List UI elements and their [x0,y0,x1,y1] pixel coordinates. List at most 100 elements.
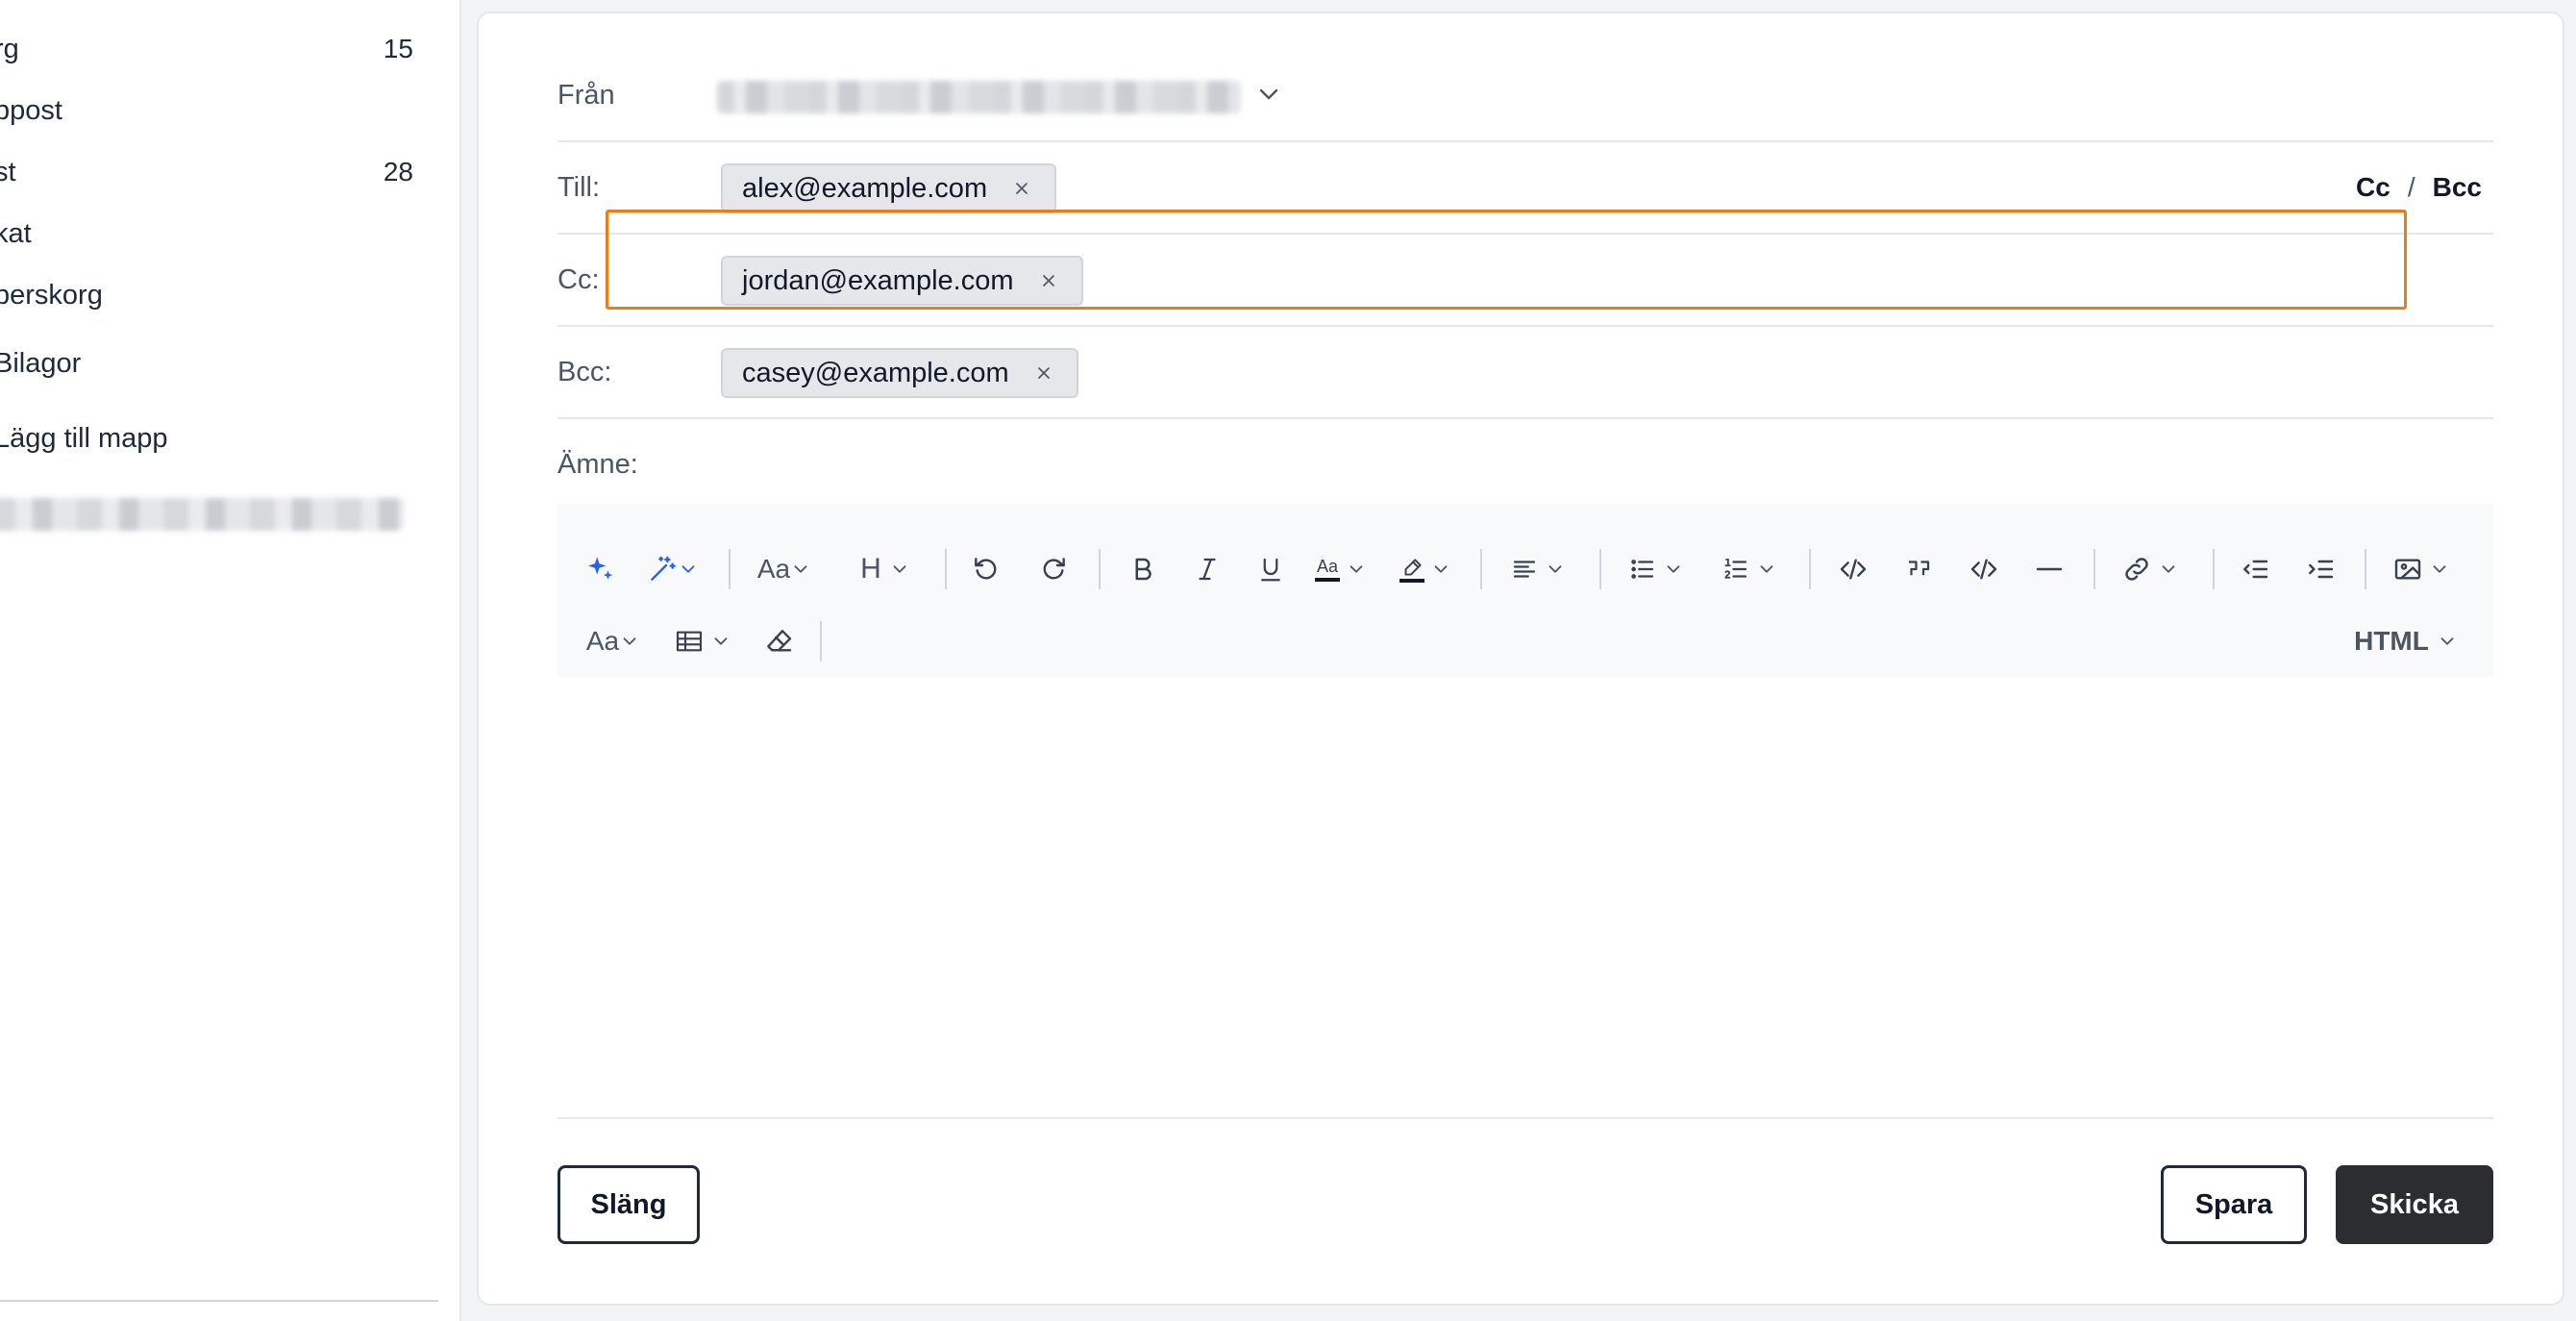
chevron-down-icon [1667,565,1680,573]
numbered-list-icon [1724,559,1747,579]
cc-bcc-separator: / [2407,172,2415,202]
chevron-down-icon [1434,565,1448,573]
text-color-icon: Aa [1315,557,1340,582]
toolbar-divider [1599,549,1601,589]
clear-formatting-icon[interactable] [757,617,800,665]
chevron-down-icon [1350,565,1363,573]
discard-button[interactable]: Släng [557,1165,700,1244]
image-dropdown[interactable] [2386,545,2457,593]
save-button[interactable]: Spara [2161,1165,2307,1244]
chevron-down-icon [2162,565,2175,573]
sidebar-item-label: kat [0,217,32,249]
sidebar-item-trash[interactable]: perskorg [0,271,413,319]
sidebar-item-label: Bilagor [0,347,82,379]
italic-icon[interactable] [1186,545,1228,593]
toolbar-divider [2093,549,2095,589]
chevron-down-icon[interactable] [1253,79,1284,110]
chevron-down-icon [623,637,636,645]
toolbar-divider [820,621,822,661]
toolbar-divider [2365,549,2366,589]
heading-label: H [860,553,881,585]
toolbar-divider [729,549,731,589]
inline-code-icon[interactable] [1832,545,1874,593]
recipient-chip[interactable]: casey@example.com [721,348,1078,398]
from-label: Från [557,79,615,111]
table-dropdown[interactable] [669,617,736,665]
to-label: Till: [557,171,601,203]
chevron-down-icon [2433,565,2446,573]
sidebar-item-inbox[interactable]: rg 15 [0,25,413,73]
add-folder-label: Lägg till mapp [0,422,168,454]
send-button[interactable]: Skicka [2336,1165,2493,1244]
sidebar-item-label: perskorg [0,279,103,311]
compose-panel: Från Till: alex@example.com Cc / Bcc Cc:… [477,12,2564,1306]
image-icon [2394,559,2421,580]
subject-label: Ämne: [557,448,638,480]
highlight-color-dropdown[interactable] [1392,545,1459,593]
text-color-dropdown[interactable]: Aa [1309,545,1373,593]
from-address-redacted[interactable] [717,81,1241,113]
cc-label: Cc: [557,263,600,295]
ai-sparkle-icon[interactable] [579,545,621,593]
undo-icon[interactable] [965,545,1007,593]
sidebar-item-label: ppost [0,94,62,126]
font-family-label: Aa [585,626,620,656]
sidebar: rg 15 ppost st 28 kat perskorg Bilagor L… [0,0,461,1321]
table-icon [676,631,703,652]
outdent-icon[interactable] [2234,545,2276,593]
chevron-down-icon [2440,637,2454,645]
chevron-down-icon [714,637,728,645]
message-body-editor[interactable] [557,677,2493,1129]
recipient-chip[interactable]: alex@example.com [721,163,1057,213]
toolbar-divider [1809,549,1811,589]
sidebar-divider [0,1300,438,1302]
chevron-down-icon [1548,565,1562,573]
chevron-down-icon [794,565,807,573]
underline-icon[interactable] [1250,545,1292,593]
toolbar-divider [1480,549,1482,589]
remove-recipient-icon[interactable] [1030,360,1057,386]
indent-icon[interactable] [2299,545,2341,593]
bullet-list-dropdown[interactable] [1622,545,1690,593]
redo-icon[interactable] [1032,545,1075,593]
bold-icon[interactable] [1122,545,1164,593]
highlighter-icon [1399,557,1424,583]
bcc-toggle-link[interactable]: Bcc [2433,172,2482,203]
sidebar-item-sent[interactable]: ppost [0,87,413,135]
chevron-down-icon [893,565,906,573]
editor-toolbar: Aa H Aa Aa HTML [557,504,2493,677]
horizontal-rule-icon[interactable] [2028,545,2070,593]
toolbar-divider [945,549,947,589]
sidebar-item-label: rg [0,33,19,64]
numbered-list-dropdown[interactable] [1716,545,1783,593]
remove-recipient-icon[interactable] [1008,175,1035,202]
unread-count: 15 [383,34,413,63]
cc-toggle-link[interactable]: Cc [2356,172,2390,203]
heading-dropdown[interactable]: H [854,545,917,593]
code-block-icon[interactable] [1963,545,2005,593]
ai-wand-dropdown[interactable] [638,545,707,593]
from-row: Från [557,50,2493,142]
link-icon [2125,558,2148,581]
text-color-label: Aa [1316,557,1339,576]
sidebar-item-attachments[interactable]: Bilagor [0,339,413,387]
align-dropdown[interactable] [1504,545,1572,593]
format-mode-label: HTML [2354,626,2429,656]
sidebar-item-spam[interactable]: st 28 [0,148,413,196]
link-dropdown[interactable] [2115,545,2186,593]
blockquote-icon[interactable] [1897,545,1940,593]
toolbar-divider [1099,549,1101,589]
sidebar-item-drafts[interactable]: kat [0,210,413,258]
subject-row[interactable]: Ämne: [557,419,2493,511]
footer-divider [557,1117,2493,1119]
font-size-dropdown[interactable]: Aa [750,545,819,593]
bullet-list-icon [1631,560,1654,579]
cc-field-focus-outline [606,210,2407,310]
unread-count: 28 [383,157,413,187]
add-folder-button[interactable]: Lägg till mapp [0,414,413,462]
font-family-dropdown[interactable]: Aa [579,617,648,665]
format-mode-dropdown[interactable]: HTML [2343,617,2468,665]
recipient-email: alex@example.com [742,172,988,204]
chevron-down-icon [1760,565,1773,573]
recipient-email: casey@example.com [742,357,1009,388]
